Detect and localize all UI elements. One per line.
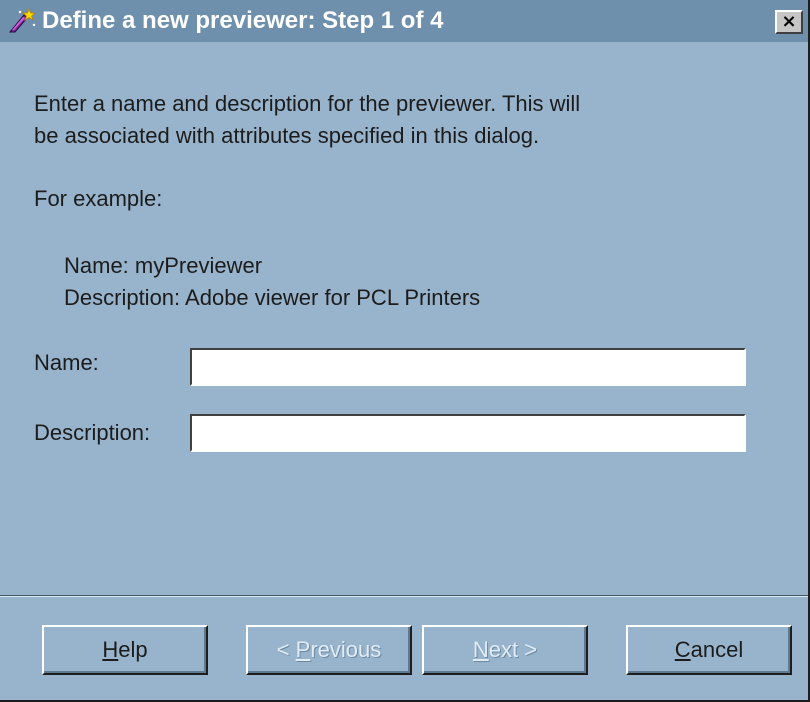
dialog-title: Define a new previewer: Step 1 of 4 (42, 7, 444, 34)
description-field[interactable] (190, 414, 746, 452)
cancel-mnemonic: C (674, 637, 691, 662)
example-description: Description: Adobe viewer for PCL Printe… (64, 285, 481, 310)
close-button[interactable]: × (775, 10, 803, 34)
button-separator (0, 595, 808, 597)
help-mnemonic: H (102, 637, 119, 662)
previous-label: revious (310, 637, 382, 662)
previous-mnemonic: P (295, 637, 311, 662)
cancel-label: ancel (690, 637, 744, 662)
example-heading: For example: (34, 186, 163, 211)
help-button[interactable]: Help (42, 625, 208, 675)
next-button[interactable]: Next > (422, 625, 588, 675)
example-block: Name: myPreviewer Description: Adobe vie… (64, 250, 480, 314)
name-field[interactable] (190, 348, 746, 386)
cancel-button[interactable]: Cancel (626, 625, 792, 675)
next-mnemonic: N (472, 637, 489, 662)
wizard-wand-icon (8, 7, 37, 34)
close-icon: × (781, 11, 797, 32)
previous-button[interactable]: < Previous (246, 625, 412, 675)
name-label: Name: (34, 350, 99, 375)
title-bar[interactable]: Define a new previewer: Step 1 of 4 × (0, 0, 808, 42)
instruction-line: be associated with attributes specified … (34, 123, 540, 148)
next-label: ext > (488, 637, 538, 662)
previous-prefix: < (276, 637, 296, 662)
instruction-line: Enter a name and description for the pre… (34, 91, 581, 116)
instructions: Enter a name and description for the pre… (34, 88, 580, 152)
example-name: Name: myPreviewer (64, 253, 263, 278)
description-label: Description: (34, 420, 151, 445)
previewer-wizard-dialog: Define a new previewer: Step 1 of 4 × En… (0, 0, 810, 702)
help-label: elp (118, 637, 148, 662)
